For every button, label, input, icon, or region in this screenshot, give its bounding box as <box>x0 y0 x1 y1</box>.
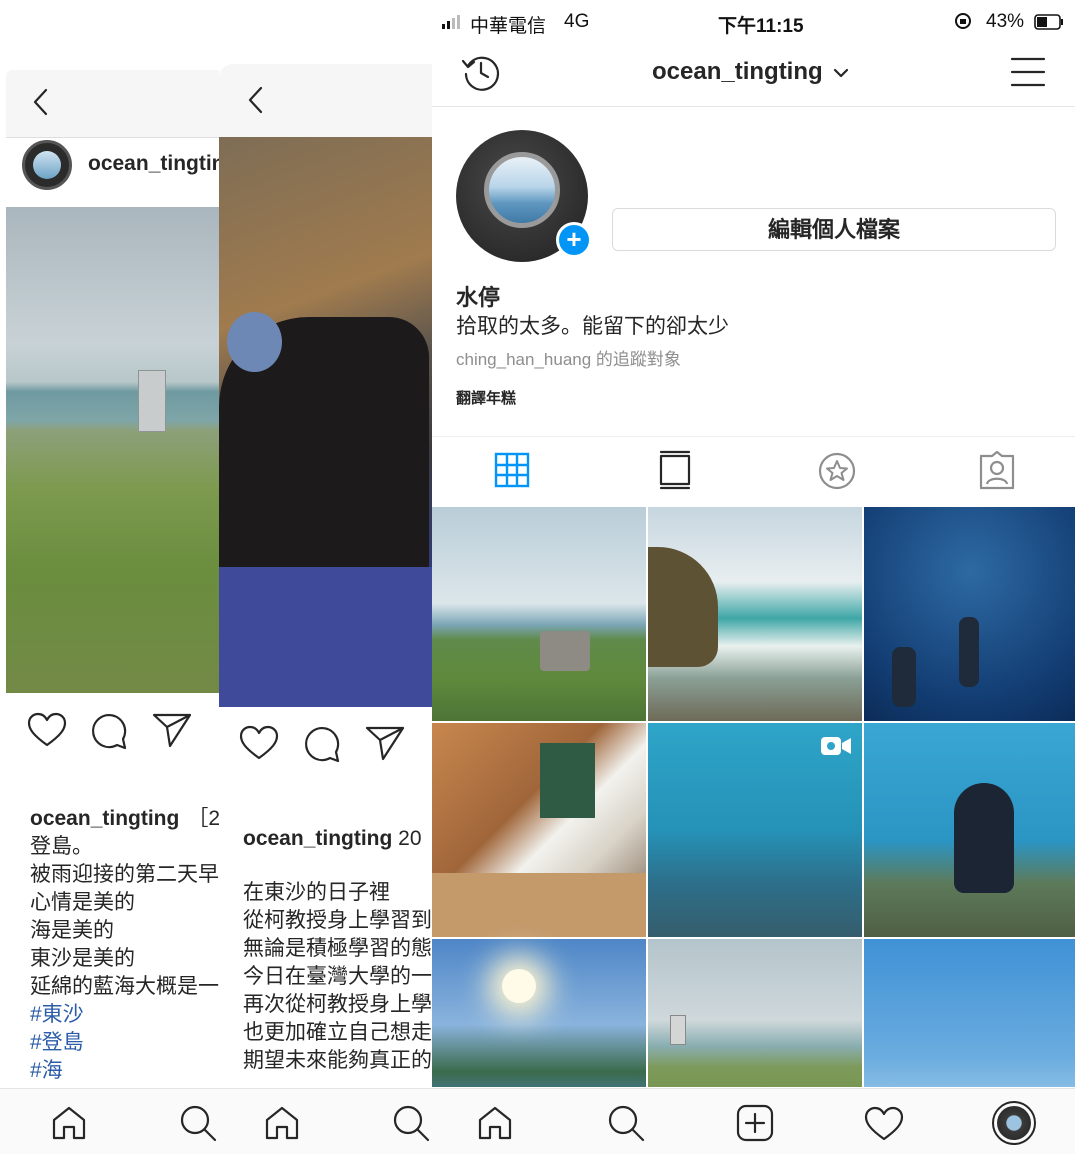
new-post-icon[interactable] <box>736 1104 774 1142</box>
grid-tab-icon[interactable] <box>494 452 530 488</box>
caption-username[interactable]: ocean_tingting <box>243 827 392 850</box>
profile-username: ocean_tingting <box>652 58 823 85</box>
post-caption: ocean_tingting 20 在東沙的日子裡 從柯教授身上學習到 無論是積… <box>243 825 432 1075</box>
feed-tab-icon[interactable] <box>657 450 693 490</box>
caption-line: 再次從柯教授身上學 <box>243 993 432 1016</box>
post-panel-middle: ocean_tingting 20 在東沙的日子裡 從柯教授身上學習到 無論是積… <box>219 0 432 1154</box>
like-icon[interactable] <box>27 712 67 748</box>
bottom-nav <box>432 1088 1075 1154</box>
caption-line: 東沙是美的 <box>30 947 135 970</box>
battery-icon <box>1034 14 1064 30</box>
grid-photo[interactable] <box>864 939 1075 1087</box>
chevron-down-icon <box>834 68 849 77</box>
edit-profile-button[interactable]: 編輯個人檔案 <box>612 208 1056 251</box>
signal-icon <box>442 15 464 29</box>
caption-line: 無論是積極學習的態 <box>243 937 432 960</box>
carrier: 中華電信 <box>470 16 547 37</box>
post-caption: ocean_tingting ［2 登島。 被雨迎接的第二天早 心情是美的 海是美… <box>30 805 219 1085</box>
caption-line: 從柯教授身上學習到 <box>243 909 432 932</box>
photo-grid <box>432 507 1075 1087</box>
caption-line: 在東沙的日子裡 <box>243 881 390 904</box>
caption-continuation: ［2 <box>187 807 219 830</box>
add-story-icon[interactable]: + <box>556 222 592 258</box>
display-name: 水停 <box>456 285 501 310</box>
caption-line: 登島。 <box>30 835 93 858</box>
grid-photo[interactable] <box>648 507 862 721</box>
bio-text: 拾取的太多。能留下的卻太少 <box>456 315 729 338</box>
caption-line: 也更加確立自己想走 <box>243 1021 432 1044</box>
profile-tab-avatar[interactable] <box>992 1101 1036 1145</box>
post-username[interactable]: ocean_tingting <box>88 152 219 176</box>
battery-level: 43% <box>986 11 1025 32</box>
search-icon[interactable] <box>178 1103 218 1143</box>
divider <box>432 106 1075 107</box>
avatar[interactable] <box>22 140 72 190</box>
archive-history-icon[interactable] <box>460 52 502 92</box>
caption-line: 被雨迎接的第二天早 <box>30 863 219 886</box>
caption-line: 心情是美的 <box>30 891 135 914</box>
caption-username[interactable]: ocean_tingting <box>30 807 179 830</box>
followed-by-text[interactable]: ching_han_huang 的追蹤對象 <box>456 345 681 370</box>
share-icon[interactable] <box>365 725 405 761</box>
grid-photo[interactable] <box>432 939 646 1087</box>
hashtag-link[interactable]: #東沙 <box>30 1001 219 1029</box>
grid-photo[interactable] <box>648 723 862 937</box>
grid-photo[interactable] <box>864 723 1075 937</box>
activity-heart-icon[interactable] <box>864 1106 904 1142</box>
caption-continuation: 20 <box>392 827 422 850</box>
bottom-nav <box>219 1088 432 1154</box>
tagged-tab-icon[interactable] <box>978 450 1016 490</box>
hashtag-link[interactable]: #登島 <box>30 1029 219 1057</box>
caption-line: 今日在臺灣大學的一 <box>243 965 432 988</box>
status-bar: 中華電信 4G 下午11:15 43% <box>442 11 1065 37</box>
caption-line: 延綿的藍海大概是一 <box>30 975 219 998</box>
network-type: 4G <box>564 11 590 32</box>
back-icon[interactable] <box>245 84 269 116</box>
menu-icon[interactable] <box>1010 56 1046 88</box>
caption-line: 海是美的 <box>30 919 114 942</box>
home-icon[interactable] <box>263 1105 301 1141</box>
grid-photo[interactable] <box>864 507 1075 721</box>
home-icon[interactable] <box>50 1105 88 1141</box>
grid-photo[interactable] <box>432 507 646 721</box>
video-icon <box>820 735 852 757</box>
post-photo[interactable] <box>219 137 432 707</box>
bottom-nav <box>0 1088 219 1154</box>
grid-photo[interactable] <box>432 723 646 937</box>
search-icon[interactable] <box>391 1103 431 1143</box>
comment-icon[interactable] <box>90 712 128 750</box>
share-icon[interactable] <box>152 712 192 748</box>
profile-panel: 中華電信 4G 下午11:15 43% ocean_tingting + 編輯個… <box>432 0 1075 1154</box>
like-icon[interactable] <box>239 725 279 761</box>
hashtag-link[interactable]: #海 <box>30 1057 219 1085</box>
post-panel-left: ocean_tingting ocean_tingting ［2 登島。 被雨迎接… <box>0 0 219 1154</box>
divider <box>432 436 1075 437</box>
comment-icon[interactable] <box>303 725 341 763</box>
home-icon[interactable] <box>476 1105 514 1141</box>
rotation-lock-icon <box>954 12 972 30</box>
clock: 下午11:15 <box>718 16 804 37</box>
saved-star-tab-icon[interactable] <box>818 452 856 490</box>
back-icon[interactable] <box>30 86 54 118</box>
profile-username-header[interactable]: ocean_tingting <box>652 58 849 86</box>
search-icon[interactable] <box>606 1103 646 1143</box>
caption-line: 期望未來能夠真正的 <box>243 1049 432 1072</box>
grid-photo[interactable] <box>648 939 862 1087</box>
translate-link[interactable]: 翻譯年糕 <box>456 387 516 408</box>
post-photo[interactable] <box>6 207 219 693</box>
